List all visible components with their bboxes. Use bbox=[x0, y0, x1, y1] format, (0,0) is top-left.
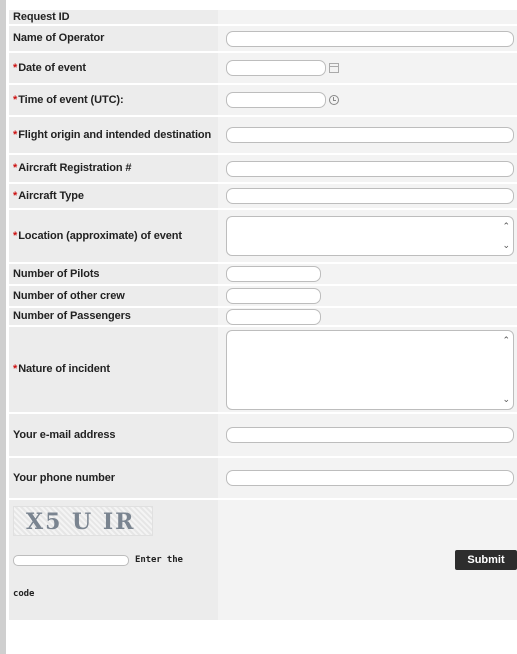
label-registration: Aircraft Registration # bbox=[18, 162, 132, 174]
captcha-prompt-code: code bbox=[13, 589, 35, 599]
value-request-id bbox=[218, 10, 517, 24]
captcha-image: X5 U IR bbox=[13, 506, 153, 536]
nature-scrollbar[interactable]: ⌃ ⌄ bbox=[499, 333, 511, 407]
label-operator: Name of Operator bbox=[9, 26, 218, 51]
calendar-icon[interactable] bbox=[329, 62, 339, 73]
required-marker: * bbox=[13, 189, 18, 202]
row-location: *Location (approximate) of event ⌃ ⌄ bbox=[9, 210, 517, 262]
label-pilots: Number of Pilots bbox=[9, 264, 218, 284]
required-marker: * bbox=[13, 93, 18, 106]
nature-textarea[interactable]: ⌃ ⌄ bbox=[226, 329, 514, 410]
label-nature: Nature of incident bbox=[18, 363, 110, 375]
passengers-input[interactable] bbox=[226, 308, 321, 325]
row-phone: Your phone number bbox=[9, 458, 517, 498]
row-date: *Date of event bbox=[9, 53, 517, 83]
crew-input[interactable] bbox=[226, 288, 321, 304]
required-marker: * bbox=[13, 162, 18, 174]
row-flight: *Flight origin and intended destination bbox=[9, 117, 517, 153]
flight-input[interactable] bbox=[226, 127, 514, 143]
row-time: *Time of event (UTC): bbox=[9, 85, 517, 115]
time-input[interactable] bbox=[226, 91, 326, 108]
label-aircraft-type: Aircraft Type bbox=[18, 189, 84, 202]
required-marker: * bbox=[13, 61, 18, 74]
operator-input[interactable] bbox=[226, 30, 514, 47]
form-table: Request ID Name of Operator *Date of eve… bbox=[9, 8, 517, 622]
required-marker: * bbox=[13, 363, 18, 375]
label-email: Your e-mail address bbox=[9, 414, 218, 456]
row-captcha: X5 U IR Enter the code Submit bbox=[9, 500, 517, 620]
row-email: Your e-mail address bbox=[9, 414, 517, 456]
row-request-id: Request ID bbox=[9, 10, 517, 24]
label-phone: Your phone number bbox=[9, 458, 218, 498]
scroll-up-icon[interactable]: ⌃ bbox=[502, 222, 510, 231]
label-time: Time of event (UTC): bbox=[18, 93, 124, 106]
label-request-id: Request ID bbox=[9, 10, 218, 24]
required-marker: * bbox=[13, 229, 18, 242]
row-crew: Number of other crew bbox=[9, 286, 517, 306]
label-passengers: Number of Passengers bbox=[9, 308, 218, 325]
left-border bbox=[0, 0, 6, 654]
clock-icon[interactable] bbox=[329, 94, 339, 105]
label-flight: Flight origin and intended destination bbox=[18, 128, 212, 141]
phone-input[interactable] bbox=[226, 470, 514, 486]
aircraft-type-input[interactable] bbox=[226, 188, 514, 204]
required-marker: * bbox=[13, 128, 18, 141]
captcha-input[interactable] bbox=[13, 555, 129, 566]
label-date: Date of event bbox=[18, 61, 86, 74]
scroll-down-icon[interactable]: ⌄ bbox=[502, 241, 510, 250]
incident-report-form: Request ID Name of Operator *Date of eve… bbox=[0, 0, 517, 654]
row-passengers: Number of Passengers bbox=[9, 308, 517, 325]
scroll-up-icon[interactable]: ⌃ bbox=[502, 335, 510, 345]
date-input[interactable] bbox=[226, 59, 326, 76]
registration-input[interactable] bbox=[226, 160, 514, 177]
label-location: Location (approximate) of event bbox=[18, 229, 182, 242]
email-input[interactable] bbox=[226, 427, 514, 443]
captcha-prompt: Enter the bbox=[135, 555, 183, 565]
row-nature: *Nature of incident ⌃ ⌄ bbox=[9, 327, 517, 412]
row-registration: *Aircraft Registration # bbox=[9, 155, 517, 182]
row-aircraft-type: *Aircraft Type bbox=[9, 184, 517, 208]
location-textarea[interactable]: ⌃ ⌄ bbox=[226, 216, 514, 256]
row-pilots: Number of Pilots bbox=[9, 264, 517, 284]
row-operator: Name of Operator bbox=[9, 26, 517, 51]
submit-button[interactable]: Submit bbox=[455, 550, 517, 570]
location-scrollbar[interactable]: ⌃ ⌄ bbox=[499, 219, 511, 253]
label-crew: Number of other crew bbox=[9, 286, 218, 306]
pilots-input[interactable] bbox=[226, 266, 321, 282]
scroll-down-icon[interactable]: ⌄ bbox=[502, 394, 510, 404]
